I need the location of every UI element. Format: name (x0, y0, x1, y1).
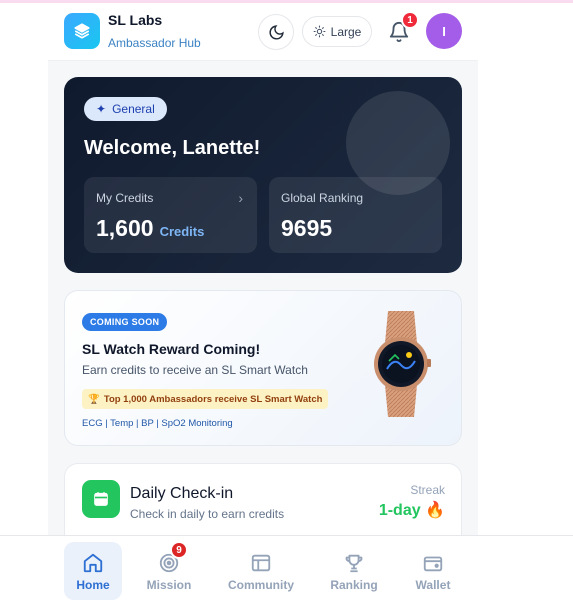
avatar[interactable]: I (426, 13, 462, 49)
app-container: SL Labs Ambassador Hub Large 1 I ✦ Gener… (48, 3, 478, 606)
welcome-card: ✦ General Welcome, Lanette! My Credits ›… (64, 77, 462, 273)
checkin-title: Daily Check-in (130, 485, 234, 502)
credits-label: My Credits (96, 191, 154, 205)
watch-promo-card[interactable]: COMING SOON SL Watch Reward Coming! Earn… (64, 290, 462, 446)
theme-toggle-button[interactable] (258, 14, 294, 50)
smart-watch-image (374, 311, 431, 417)
nav-label-community: Community (228, 578, 294, 592)
ranking-card: Global Ranking 9695 (269, 177, 442, 253)
welcome-heading: Welcome, Lanette! (84, 137, 261, 159)
category-chip[interactable]: ✦ General (84, 97, 167, 121)
font-size-button[interactable]: Large (302, 16, 372, 47)
moon-icon (269, 24, 284, 39)
sun-icon (313, 25, 326, 38)
ranking-value: 9695 (281, 215, 333, 241)
promo-subtitle: Earn credits to receive an SL Smart Watc… (82, 363, 308, 377)
layers-icon (74, 23, 90, 39)
nav-item-community[interactable]: Community (222, 542, 300, 600)
trophy-icon: 🏆 (88, 393, 100, 405)
nav-label-mission: Mission (146, 578, 192, 592)
bottom-nav: Home Mission 9 Community Ranking Wallet (0, 535, 573, 606)
nav-label-wallet: Wallet (415, 578, 451, 592)
layout-icon (248, 550, 274, 576)
brand-name: SL Labs (108, 12, 163, 28)
calendar-icon (82, 480, 120, 518)
nav-item-mission[interactable]: Mission (140, 542, 198, 600)
wallet-icon (420, 550, 446, 576)
streak-label: Streak (410, 483, 445, 497)
home-icon (80, 550, 106, 576)
brand-subtitle: Ambassador Hub (108, 36, 201, 50)
nav-label-ranking: Ranking (330, 578, 378, 592)
nav-item-wallet[interactable]: Wallet (404, 542, 462, 600)
coming-soon-badge: COMING SOON (82, 313, 168, 331)
chevron-right-icon: › (238, 190, 243, 206)
promo-title: SL Watch Reward Coming! (82, 341, 261, 357)
credits-value: 1,600 (96, 215, 154, 241)
nav-label-home: Home (76, 578, 110, 592)
mission-badge: 9 (170, 541, 188, 559)
notification-badge: 1 (401, 11, 419, 29)
font-size-label: Large (330, 24, 362, 39)
logo[interactable] (64, 13, 100, 49)
streak-value: 1-day (378, 502, 421, 519)
credits-unit: Credits (159, 224, 205, 239)
promo-tag: 🏆 Top 1,000 Ambassadors receive SL Smart… (82, 389, 329, 409)
sparkle-icon: ✦ (96, 102, 107, 116)
trophy-icon (341, 550, 367, 576)
checkin-subtitle: Check in daily to earn credits (130, 507, 285, 521)
nav-item-ranking[interactable]: Ranking (325, 542, 383, 600)
credits-card[interactable]: My Credits › 1,600 Credits (84, 177, 257, 253)
nav-item-home[interactable]: Home (64, 542, 122, 600)
promo-tag-text: Top 1,000 Ambassadors receive SL Smart W… (103, 393, 323, 405)
streak-value-row: 1-day 🔥 (379, 500, 445, 520)
credits-value-row: 1,600 Credits (96, 215, 204, 242)
category-chip-label: General (112, 102, 155, 116)
fire-icon: 🔥 (425, 502, 445, 519)
promo-features: ECG | Temp | BP | SpO2 Monitoring (82, 418, 233, 429)
app-header: SL Labs Ambassador Hub Large 1 I (48, 3, 478, 61)
ranking-label: Global Ranking (281, 191, 364, 205)
